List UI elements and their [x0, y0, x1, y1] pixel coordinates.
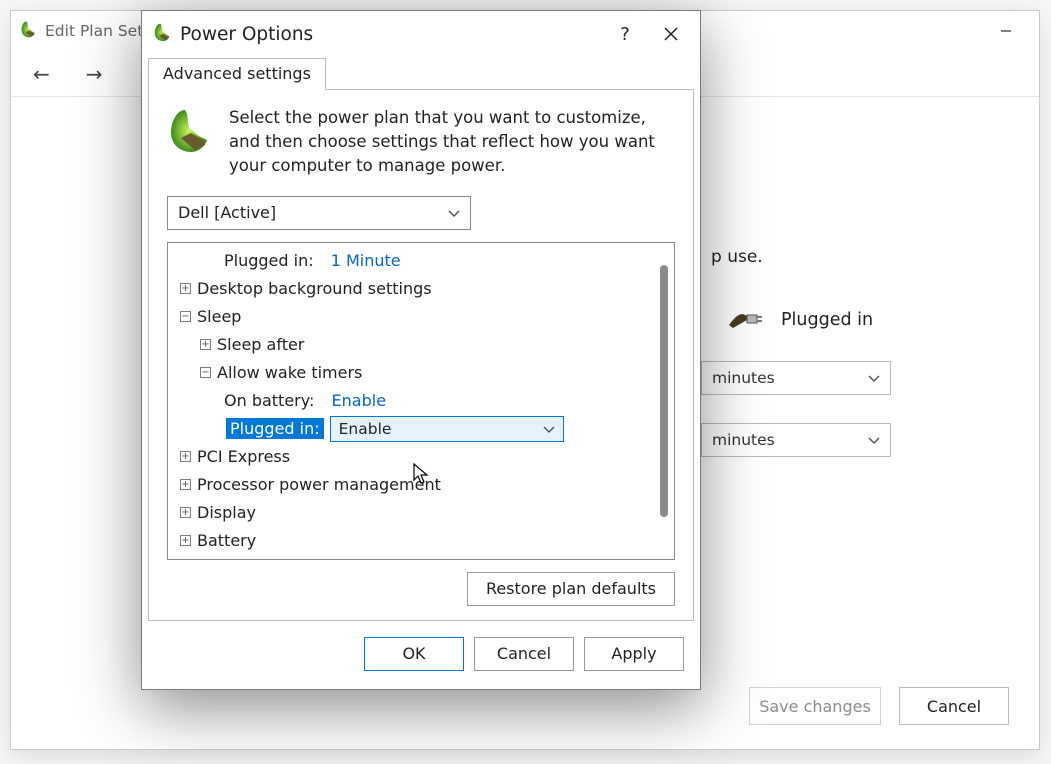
display-select-pluggedin[interactable]: minutes — [701, 423, 891, 457]
sleep-select-value: minutes — [712, 369, 775, 387]
collapse-icon[interactable]: − — [180, 311, 191, 322]
plugged-in-column-label: Plugged in — [781, 310, 873, 330]
tree-row-pci-express[interactable]: + PCI Express — [176, 443, 670, 471]
chevron-down-icon — [868, 431, 880, 449]
tree-label-selected: Plugged in: — [226, 418, 324, 439]
tree-value: 1 Minute — [331, 251, 401, 270]
power-plan-select[interactable]: Dell [Active] — [167, 196, 471, 230]
ok-button[interactable]: OK — [364, 637, 464, 671]
tree-value: Enable — [332, 391, 387, 410]
tree-row-pluggedin-enable[interactable]: Plugged in: Enable — [176, 415, 670, 443]
tree-row-desktop-bg[interactable]: + Desktop background settings — [176, 275, 670, 303]
expand-icon[interactable]: + — [180, 283, 191, 294]
dialog-titlebar: Power Options ? — [142, 11, 700, 57]
expand-icon[interactable]: + — [180, 451, 191, 462]
power-options-app-icon — [19, 19, 39, 43]
power-intro-icon — [167, 106, 215, 161]
expand-icon[interactable]: + — [200, 339, 211, 350]
apply-button[interactable]: Apply — [584, 637, 684, 671]
forward-icon[interactable]: → — [86, 62, 103, 86]
save-changes-button[interactable]: Save changes — [749, 687, 881, 725]
minimize-button[interactable] — [983, 15, 1029, 47]
advanced-settings-panel: Select the power plan that you want to c… — [148, 89, 694, 621]
tree-label: Processor power management — [197, 475, 441, 494]
tree-label: PCI Express — [197, 447, 290, 466]
tree-label: On battery: — [224, 391, 314, 410]
chevron-down-icon — [543, 420, 555, 438]
tab-advanced-settings[interactable]: Advanced settings — [148, 58, 326, 90]
expand-icon[interactable]: + — [180, 479, 191, 490]
expand-icon[interactable]: + — [180, 535, 191, 546]
chevron-down-icon — [448, 203, 460, 222]
plug-icon — [727, 307, 763, 333]
tree-row-sleep-after[interactable]: + Sleep after — [176, 331, 670, 359]
sleep-select-pluggedin[interactable]: minutes — [701, 361, 891, 395]
tree-row-pluggedin-1min[interactable]: Plugged in: 1 Minute — [176, 247, 670, 275]
tree-label: Sleep after — [217, 335, 304, 354]
tree-row-sleep[interactable]: − Sleep — [176, 303, 670, 331]
wake-timers-pluggedin-select[interactable]: Enable — [330, 416, 564, 442]
expand-icon[interactable]: + — [180, 507, 191, 518]
help-button[interactable]: ? — [602, 17, 648, 51]
tree-label: Desktop background settings — [197, 279, 432, 298]
chevron-down-icon — [868, 369, 880, 387]
tab-strip: Advanced settings — [142, 57, 700, 89]
tree-label: Display — [197, 503, 256, 522]
tree-row-battery[interactable]: + Battery — [176, 527, 670, 555]
cancel-button[interactable]: Cancel — [899, 687, 1009, 725]
display-select-value: minutes — [712, 431, 775, 449]
back-icon[interactable]: ← — [33, 62, 50, 86]
tree-row-onbattery[interactable]: On battery: Enable — [176, 387, 670, 415]
intro-text: Select the power plan that you want to c… — [229, 106, 675, 178]
restore-plan-defaults-button[interactable]: Restore plan defaults — [467, 572, 675, 606]
tree-label: Allow wake timers — [217, 363, 362, 382]
power-plan-value: Dell [Active] — [178, 203, 276, 222]
scrollbar[interactable] — [660, 265, 668, 517]
tree-label: Battery — [197, 531, 256, 550]
select-value: Enable — [339, 420, 392, 438]
dialog-title: Power Options — [180, 24, 313, 45]
tree-row-processor[interactable]: + Processor power management — [176, 471, 670, 499]
partial-text: p use. — [711, 247, 763, 267]
settings-tree: Plugged in: 1 Minute + Desktop backgroun… — [167, 242, 675, 560]
power-options-dialog: Power Options ? Advanced settings Select… — [141, 10, 701, 690]
tree-label: Sleep — [197, 307, 241, 326]
tree-row-display[interactable]: + Display — [176, 499, 670, 527]
power-options-dialog-icon — [152, 21, 174, 47]
collapse-icon[interactable]: − — [200, 367, 211, 378]
tree-row-allow-wake-timers[interactable]: − Allow wake timers — [176, 359, 670, 387]
cancel-button[interactable]: Cancel — [474, 637, 574, 671]
close-button[interactable] — [648, 17, 694, 51]
tree-label: Plugged in: — [224, 251, 314, 270]
